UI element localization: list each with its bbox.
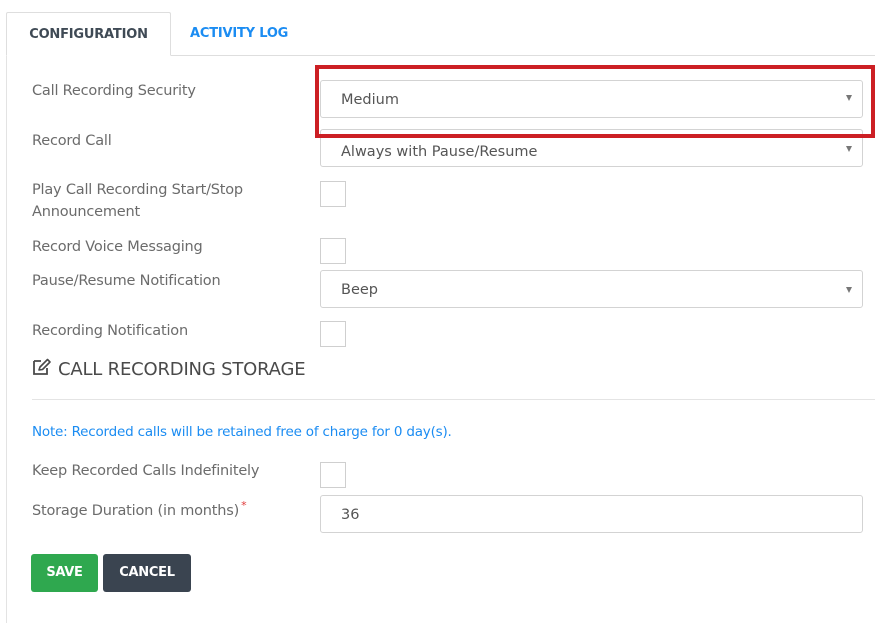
storage-duration-value: 36 [341,507,360,523]
call-recording-storage-heading: CALL RECORDING STORAGE [32,358,306,381]
play-announcement-checkbox[interactable] [320,181,346,207]
tab-activity-log[interactable]: ACTIVITY LOG [190,12,288,56]
play-announcement-label-line2: Announcement [32,204,140,220]
required-marker: * [241,499,247,512]
pause-resume-notification-value: Beep [341,282,378,298]
record-call-label: Record Call [32,133,112,149]
play-announcement-label-line1: Play Call Recording Start/Stop [32,182,243,198]
storage-duration-label: Storage Duration (in months) * [32,495,247,522]
record-voice-messaging-label: Record Voice Messaging [32,239,203,255]
tab-bar: CONFIGURATION ACTIVITY LOG [6,12,875,56]
section-divider [32,399,875,400]
cancel-button[interactable]: CANCEL [103,554,191,592]
record-call-select[interactable]: Always with Pause/Resume [320,129,863,167]
chevron-down-icon [846,95,852,101]
pause-resume-notification-label: Pause/Resume Notification [32,273,221,289]
chevron-down-icon [846,287,852,293]
pause-resume-notification-select[interactable]: Beep [320,270,863,308]
record-call-value: Always with Pause/Resume [341,144,538,160]
recording-notification-checkbox[interactable] [320,321,346,347]
call-recording-security-label: Call Recording Security [32,83,196,99]
edit-icon [32,358,58,381]
record-voice-messaging-checkbox[interactable] [320,238,346,264]
chevron-down-icon [846,146,852,152]
keep-indefinitely-checkbox[interactable] [320,462,346,488]
save-button[interactable]: SAVE [31,554,98,592]
section-title-text: CALL RECORDING STORAGE [58,359,306,380]
call-recording-security-select[interactable]: Medium [320,80,863,118]
storage-duration-label-text: Storage Duration (in months) [32,502,240,519]
play-announcement-label: Play Call Recording Start/Stop Announcem… [32,179,243,223]
tab-configuration[interactable]: CONFIGURATION [6,12,171,56]
panel-left-border [6,55,7,623]
call-recording-security-value: Medium [341,92,399,108]
recording-notification-label: Recording Notification [32,323,188,339]
storage-duration-input[interactable]: 36 [320,495,863,533]
keep-indefinitely-label: Keep Recorded Calls Indefinitely [32,463,260,479]
retention-note: Note: Recorded calls will be retained fr… [32,424,452,440]
